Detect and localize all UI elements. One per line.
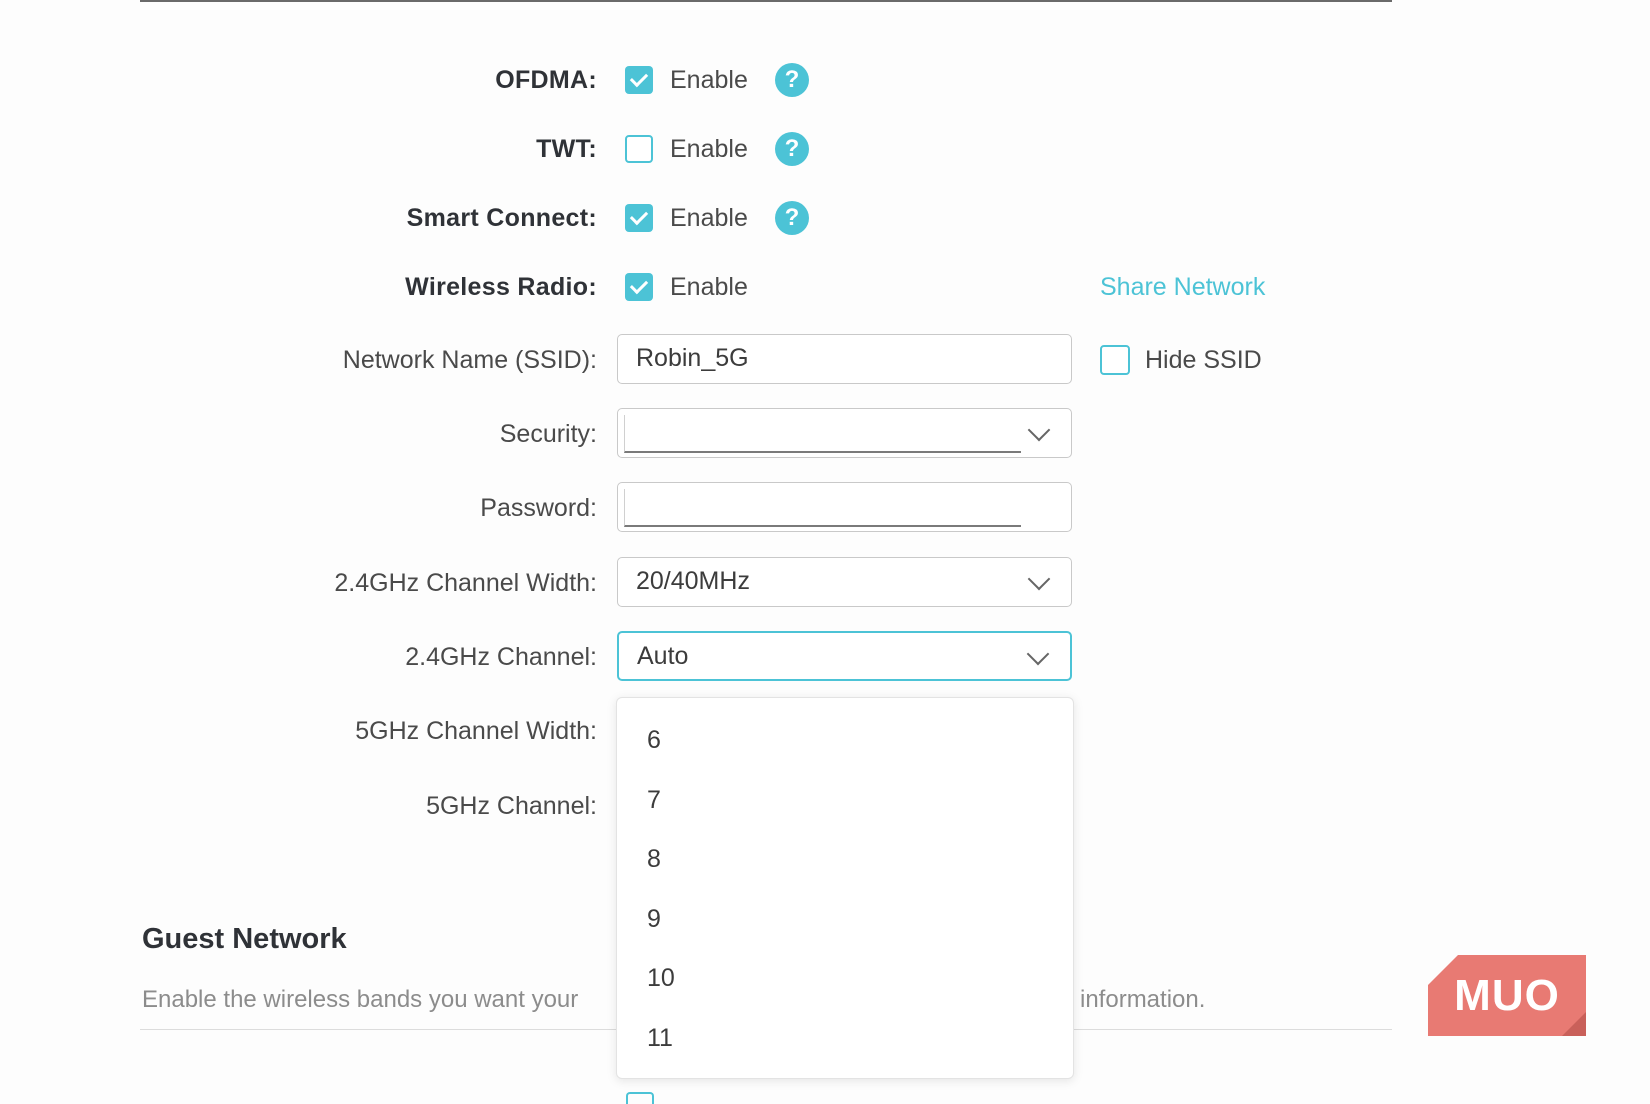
password-input[interactable]	[617, 482, 1072, 532]
guest-network-heading: Guest Network	[142, 923, 347, 955]
dropdown-option[interactable]: 9	[647, 904, 661, 934]
security-inner-field	[624, 415, 1021, 453]
muo-watermark-logo: MUO	[1428, 955, 1586, 1036]
guest-network-description: Enable the wireless bands you want your	[142, 986, 579, 1013]
top-divider	[140, 0, 1392, 2]
chevron-down-icon	[1027, 418, 1051, 442]
ch-width-24-label: 2.4GHz Channel Width:	[334, 569, 597, 597]
dropdown-option[interactable]: 10	[647, 963, 675, 993]
hide-ssid-checkbox[interactable]	[1100, 345, 1130, 375]
smart-connect-checkbox[interactable]	[625, 204, 653, 232]
dropdown-option[interactable]: 6	[647, 725, 661, 755]
password-label: Password:	[480, 494, 597, 522]
ofdma-checkbox[interactable]	[625, 66, 653, 94]
twt-label: TWT:	[536, 135, 597, 163]
channel-24-dropdown-list[interactable]: 6 7 8 9 10 11	[616, 697, 1074, 1079]
channel-24-value: Auto	[637, 642, 689, 670]
guest-network-description-end: information.	[1080, 986, 1206, 1013]
channel-24-select[interactable]: Auto	[617, 631, 1072, 681]
twt-checkbox[interactable]	[625, 135, 653, 163]
twt-enable-label: Enable	[670, 135, 748, 163]
help-circle-icon[interactable]: ?	[775, 201, 809, 235]
ofdma-label: OFDMA:	[495, 66, 597, 94]
share-network-link[interactable]: Share Network	[1100, 272, 1265, 302]
smart-connect-label: Smart Connect:	[406, 204, 597, 232]
channel-5-label: 5GHz Channel:	[426, 792, 597, 820]
security-select[interactable]	[617, 408, 1072, 458]
chevron-down-icon	[1027, 567, 1051, 591]
ch-width-24-select[interactable]: 20/40MHz	[617, 557, 1072, 607]
chevron-down-icon	[1026, 642, 1050, 666]
ofdma-enable-label: Enable	[670, 66, 748, 94]
ssid-input[interactable]: Robin_5G	[617, 334, 1072, 384]
ch-width-5-label: 5GHz Channel Width:	[355, 717, 597, 745]
smart-connect-enable-label: Enable	[670, 204, 748, 232]
security-label: Security:	[499, 420, 597, 448]
password-inner-field	[624, 489, 1021, 527]
help-circle-icon[interactable]: ?	[775, 63, 809, 97]
channel-24-label: 2.4GHz Channel:	[405, 643, 597, 671]
wireless-radio-enable-label: Enable	[670, 273, 748, 301]
ssid-label: Network Name (SSID):	[342, 346, 597, 374]
dropdown-option[interactable]: 8	[647, 844, 661, 874]
guest-checkbox[interactable]	[626, 1092, 654, 1104]
ch-width-24-value: 20/40MHz	[636, 567, 750, 595]
dropdown-option[interactable]: 11	[647, 1023, 673, 1053]
dropdown-option[interactable]: 7	[647, 785, 661, 815]
wireless-radio-checkbox[interactable]	[625, 273, 653, 301]
hide-ssid-label: Hide SSID	[1145, 346, 1262, 374]
help-circle-icon[interactable]: ?	[775, 132, 809, 166]
wireless-radio-label: Wireless Radio:	[405, 273, 597, 301]
